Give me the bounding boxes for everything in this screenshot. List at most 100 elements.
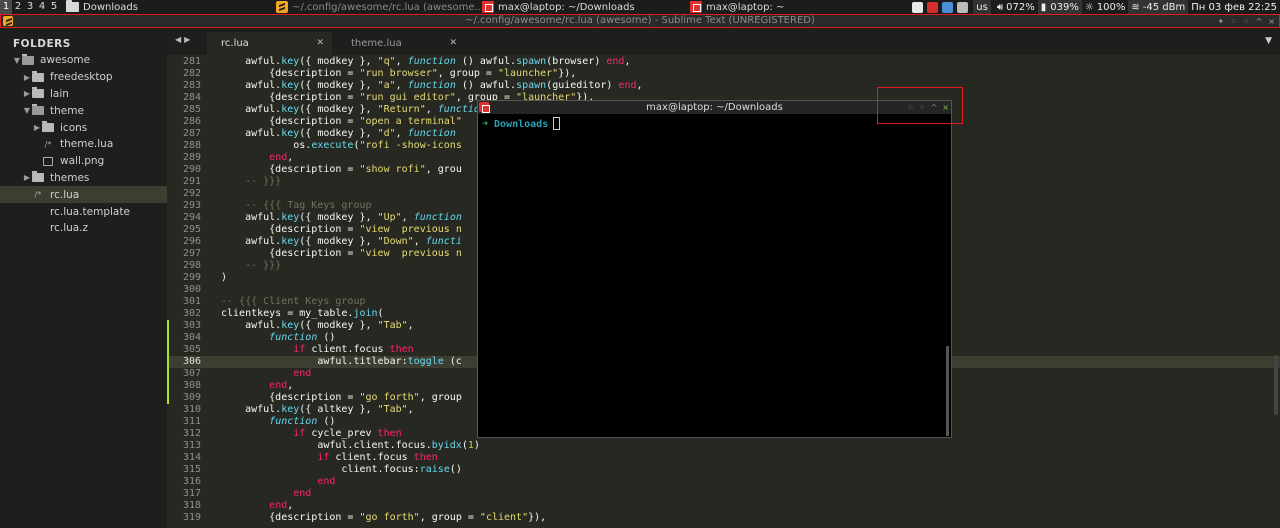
line-number: 281: [182, 56, 201, 67]
sidebar-item[interactable]: /* rc.lua: [0, 186, 167, 204]
sidebar-item[interactable]: wall.png: [0, 153, 167, 170]
code-token: {description =: [221, 68, 360, 79]
code-line[interactable]: clientkeys = my_table.join(: [221, 308, 384, 320]
code-line[interactable]: {description = "show rofi", grou: [221, 164, 462, 176]
code-line[interactable]: -- {{{ Tag Keys group: [221, 200, 371, 212]
task-item[interactable]: Downloads: [66, 0, 276, 14]
code-line[interactable]: {description = "open a terminal": [221, 116, 462, 128]
code-line[interactable]: -- {{{ Client Keys group: [221, 296, 366, 308]
code-line[interactable]: ): [221, 272, 227, 284]
caret-down-icon[interactable]: ▼: [12, 56, 22, 65]
sidebar-item[interactable]: ▶ freedesktop: [0, 69, 167, 86]
code-line[interactable]: awful.key({ modkey }, "q", function () a…: [221, 56, 630, 68]
code-line[interactable]: end,: [221, 152, 293, 164]
tray-app-icon[interactable]: [942, 1, 954, 13]
code-line[interactable]: os.execute("rofi -show-icons: [221, 140, 462, 152]
tab-menu-icon[interactable]: ▼: [1265, 36, 1272, 46]
caret-right-icon[interactable]: ▶: [22, 173, 32, 182]
caret-right-icon[interactable]: ▶: [32, 123, 42, 132]
maximize-icon[interactable]: ^: [1256, 17, 1263, 26]
code-line[interactable]: {description = "go forth", group: [221, 392, 462, 404]
caret-down-icon[interactable]: ▼: [22, 106, 32, 115]
terminal-icon: [482, 1, 494, 13]
code-token: end: [269, 500, 288, 511]
brightness-widget[interactable]: ☼ 100%: [1082, 0, 1129, 14]
code-line[interactable]: awful.client.focus.byidx(1): [221, 440, 480, 452]
caret-right-icon[interactable]: ▶: [22, 89, 32, 98]
clock-widget[interactable]: Пн 03 фев 22:25: [1188, 0, 1280, 14]
code-line[interactable]: awful.key({ modkey }, "Tab",: [221, 320, 414, 332]
code-line[interactable]: end,: [221, 380, 293, 392]
close-icon[interactable]: ×: [1268, 17, 1275, 26]
code-line[interactable]: end: [221, 368, 311, 380]
code-line[interactable]: awful.key({ modkey }, "Up", function: [221, 212, 462, 224]
tray-app-icon[interactable]: [927, 1, 939, 13]
sidebar-item[interactable]: ▼ awesome: [0, 52, 167, 69]
code-line[interactable]: if cycle_prev then: [221, 428, 401, 440]
code-line[interactable]: awful.key({ modkey }, "Down", functi: [221, 236, 462, 248]
tab-theme-lua[interactable]: theme.lua ✕: [337, 32, 465, 55]
battery-widget[interactable]: ▮ 039%: [1037, 0, 1082, 14]
tag-2[interactable]: 2: [12, 0, 24, 14]
tray-app-icon[interactable]: [957, 1, 969, 13]
line-number: 293: [182, 200, 201, 211]
code-line[interactable]: {description = "run browser", group = "l…: [221, 68, 576, 80]
code-line[interactable]: end: [221, 488, 311, 500]
sidebar-item[interactable]: /* theme.lua: [0, 136, 167, 153]
code-line[interactable]: awful.key({ modkey }, "a", function () a…: [221, 80, 642, 92]
kbd-layout-indicator[interactable]: us: [970, 0, 994, 14]
code-line[interactable]: {description = "view previous n: [221, 224, 462, 236]
sticky-icon[interactable]: ⁘: [1230, 17, 1237, 26]
code-token: ,: [425, 104, 438, 115]
code-line[interactable]: awful.key({ modkey }, "d", function: [221, 128, 456, 140]
code-line[interactable]: awful.key({ modkey }, "Return", function: [221, 104, 486, 116]
next-tab-icon[interactable]: ▶: [184, 35, 193, 44]
terminal-scrollbar[interactable]: [946, 346, 949, 436]
code-line[interactable]: -- }}}: [221, 176, 281, 188]
wifi-widget[interactable]: ≋ -45 dBm: [1128, 0, 1189, 14]
code-line[interactable]: {description = "go forth", group = "clie…: [221, 512, 546, 524]
shell-prompt[interactable]: ➜ Downloads: [482, 117, 561, 131]
code-line[interactable]: if client.focus then: [221, 452, 437, 464]
task-item[interactable]: max@laptop: ~/Downloads: [482, 0, 690, 14]
sublime-titlebar[interactable]: ~/.config/awesome/rc.lua (awesome) - Sub…: [0, 14, 1280, 28]
tab-rc-lua[interactable]: rc.lua ✕: [207, 32, 332, 55]
code-line[interactable]: end,: [221, 500, 293, 512]
ontop-icon[interactable]: ⁘: [1243, 17, 1250, 26]
sidebar-item[interactable]: ▼ theme: [0, 102, 167, 119]
terminal-window[interactable]: max@laptop: ~/Downloads ⁘ ⁘ ^ × ➜ Downloa…: [477, 100, 952, 438]
sidebar-item[interactable]: ▶ icons: [0, 119, 167, 136]
tag-5[interactable]: 5: [48, 0, 60, 14]
code-token: key: [281, 236, 300, 247]
tag-1[interactable]: 1: [0, 0, 12, 14]
sidebar-item[interactable]: rc.lua.z: [0, 220, 167, 237]
tag-4[interactable]: 4: [36, 0, 48, 14]
code-line[interactable]: -- }}}: [221, 260, 281, 272]
task-item[interactable]: ~/.config/awesome/rc.lua (awesome...: [276, 0, 482, 14]
tray-app-icon[interactable]: [912, 1, 924, 13]
sidebar-item[interactable]: rc.lua.template: [0, 203, 167, 220]
code-token: ({ modkey },: [299, 128, 378, 139]
close-tab-icon[interactable]: ✕: [449, 38, 457, 48]
caret-right-icon[interactable]: ▶: [22, 73, 32, 82]
code-line[interactable]: end: [221, 476, 335, 488]
code-line[interactable]: client.focus:raise(): [221, 464, 461, 476]
code-line[interactable]: awful.titlebar:toggle (c: [221, 356, 462, 368]
task-item[interactable]: max@laptop: ~: [690, 0, 880, 14]
tab-nav-arrows[interactable]: ◀▶: [175, 35, 193, 44]
prev-tab-icon[interactable]: ◀: [175, 35, 184, 44]
tag-3[interactable]: 3: [24, 0, 36, 14]
code-line[interactable]: function (): [221, 416, 335, 428]
line-number: 282: [182, 68, 201, 79]
code-line[interactable]: if client.focus then: [221, 344, 413, 356]
close-tab-icon[interactable]: ✕: [316, 38, 324, 48]
code-line[interactable]: function (): [221, 332, 335, 344]
code-line[interactable]: awful.key({ altkey }, "Tab",: [221, 404, 414, 416]
code-line[interactable]: {description = "view previous n: [221, 248, 462, 260]
editor-scrollbar[interactable]: [1274, 355, 1278, 415]
volume-widget[interactable]: 🔊︎ 072%: [994, 0, 1038, 14]
sidebar-item[interactable]: ▶ lain: [0, 86, 167, 103]
floating-icon[interactable]: ✦: [1217, 17, 1224, 26]
code-token: "Down": [377, 236, 414, 247]
sidebar-item[interactable]: ▶ themes: [0, 170, 167, 187]
